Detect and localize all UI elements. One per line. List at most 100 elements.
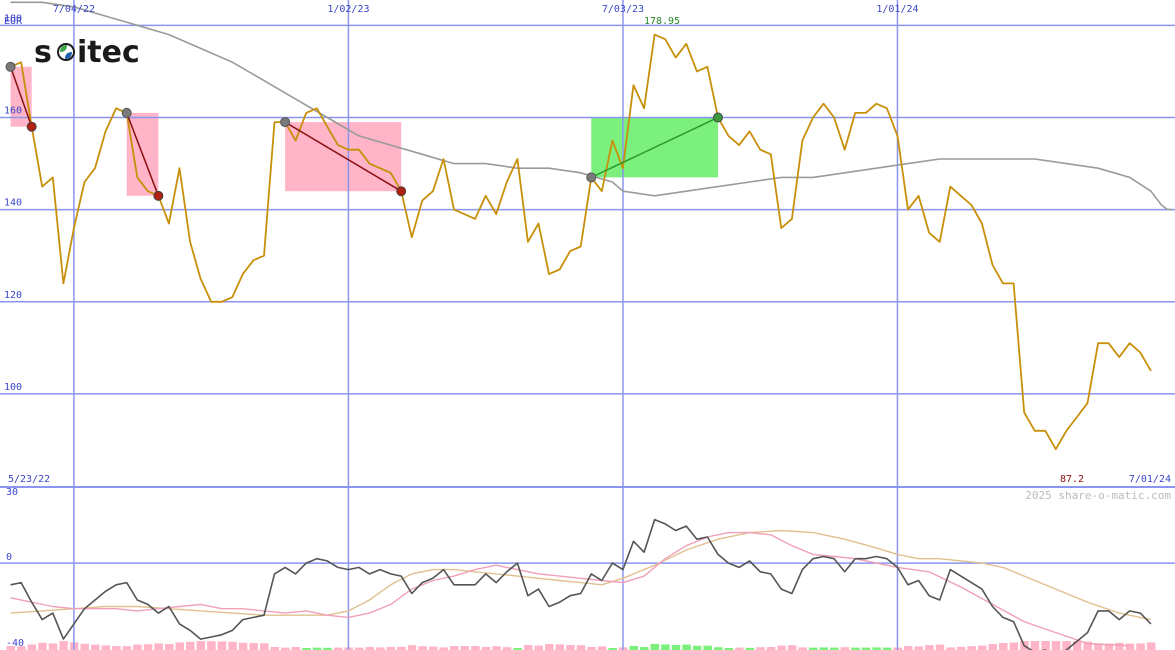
histogram-bar (777, 645, 786, 650)
histogram-bar (196, 641, 206, 650)
histogram-bar (407, 645, 417, 650)
histogram-bar (259, 643, 269, 650)
histogram-bar (904, 646, 913, 650)
chart-labels: EUR 5/23/22 7/01/24 178.95 87.2 2025 sha… (4, 4, 1171, 649)
range-start-label: 5/23/22 (8, 474, 50, 485)
oscillator-histogram (6, 641, 1156, 650)
histogram-bar (999, 643, 1008, 650)
histogram-bar (597, 646, 607, 650)
y-tick-label: 120 (4, 290, 22, 301)
high-annotation: 178.95 (644, 16, 680, 27)
x-tick-label: 1/01/24 (876, 4, 918, 15)
histogram-bar (1146, 642, 1156, 650)
trade-exit-marker (396, 186, 407, 197)
histogram-bar (629, 646, 639, 650)
histogram-bar (682, 644, 691, 650)
histogram-bar (133, 644, 142, 650)
histogram-bar (238, 642, 248, 650)
oscillator-mid-line (10, 531, 1130, 647)
histogram-bar (418, 646, 427, 650)
y-tick-label: 160 (4, 105, 22, 116)
histogram-bar (164, 644, 174, 650)
trade-entry-marker (280, 117, 291, 128)
osc-y-tick-label: 30 (6, 487, 18, 498)
histogram-bar (48, 643, 58, 650)
histogram-bar (154, 643, 163, 650)
histogram-bar (91, 644, 100, 650)
histogram-bar (122, 646, 132, 650)
y-tick-label: 100 (4, 382, 22, 393)
histogram-bar (1041, 641, 1050, 650)
osc-y-tick-label: -40 (6, 638, 24, 649)
histogram-bar (186, 641, 195, 650)
trade-exit-marker (26, 121, 37, 132)
trade-shaded-areas (10, 66, 718, 196)
histogram-bar (1009, 642, 1019, 650)
histogram-bar (555, 644, 565, 650)
histogram-bar (545, 644, 554, 650)
histogram-bar (428, 646, 438, 650)
osc-y-tick-label: 0 (6, 552, 12, 563)
histogram-bar (703, 645, 712, 650)
histogram-bar (1136, 643, 1145, 650)
histogram-bar (450, 646, 459, 650)
range-end-label: 7/01/24 (1129, 474, 1171, 485)
histogram-bar (692, 645, 702, 650)
histogram-bar (217, 641, 227, 650)
histogram-bar (80, 643, 89, 650)
logo-s: s (34, 35, 52, 70)
histogram-bar (534, 645, 543, 650)
histogram-bar (576, 645, 586, 650)
histogram-bar (460, 646, 470, 650)
price-line (10, 33, 1152, 451)
histogram-bar (175, 642, 184, 650)
histogram-bar (112, 646, 121, 650)
histogram-bar (1125, 643, 1135, 650)
histogram-bar (671, 645, 681, 650)
histogram-bar (935, 644, 945, 650)
histogram-bar (661, 644, 670, 650)
histogram-bar (492, 646, 501, 650)
y-tick-label: 180 (4, 13, 22, 24)
histogram-bar (471, 646, 480, 650)
histogram-bar (787, 645, 797, 650)
histogram-bar (977, 645, 987, 650)
x-tick-label: 7/03/23 (602, 4, 644, 15)
histogram-bar (249, 643, 258, 650)
histogram-bar (1072, 641, 1082, 650)
histogram-bar (650, 644, 660, 650)
chart-grid (0, 0, 1175, 650)
stock-chart: EUR 5/23/22 7/01/24 178.95 87.2 2025 sha… (0, 0, 1175, 650)
y-tick-label: 140 (4, 198, 22, 209)
histogram-bar (925, 645, 934, 650)
histogram-bar (207, 641, 216, 650)
histogram-bar (143, 644, 153, 650)
histogram-bar (967, 646, 976, 650)
soitec-logo: soitec s itec (34, 35, 140, 70)
histogram-bar (27, 644, 37, 650)
trade-entry-marker (121, 107, 132, 118)
x-tick-label: 1/02/23 (327, 4, 369, 15)
trade-exit-marker (712, 112, 723, 123)
trade-entry-marker (5, 61, 16, 72)
histogram-bar (38, 642, 47, 650)
histogram-bar (1051, 641, 1061, 650)
chart-series (10, 1, 1172, 650)
watermark: 2025 share-o-matic.com (1025, 489, 1171, 502)
oscillator-fast-line (10, 518, 1152, 650)
histogram-bar (59, 641, 68, 650)
histogram-bar (566, 645, 575, 650)
histogram-bar (988, 644, 997, 650)
histogram-bar (228, 641, 237, 650)
histogram-bar (1030, 641, 1040, 650)
histogram-bar (523, 645, 533, 650)
histogram-bar (914, 646, 924, 650)
histogram-bar (1115, 642, 1124, 650)
trade-entry-marker (586, 172, 597, 183)
x-tick-label: 7/04/22 (53, 4, 95, 15)
histogram-bar (101, 645, 111, 650)
trade-exit-marker (153, 190, 164, 201)
logo-itec: itec (77, 35, 140, 70)
histogram-bar (1062, 641, 1071, 650)
low-annotation: 87.2 (1060, 474, 1084, 485)
